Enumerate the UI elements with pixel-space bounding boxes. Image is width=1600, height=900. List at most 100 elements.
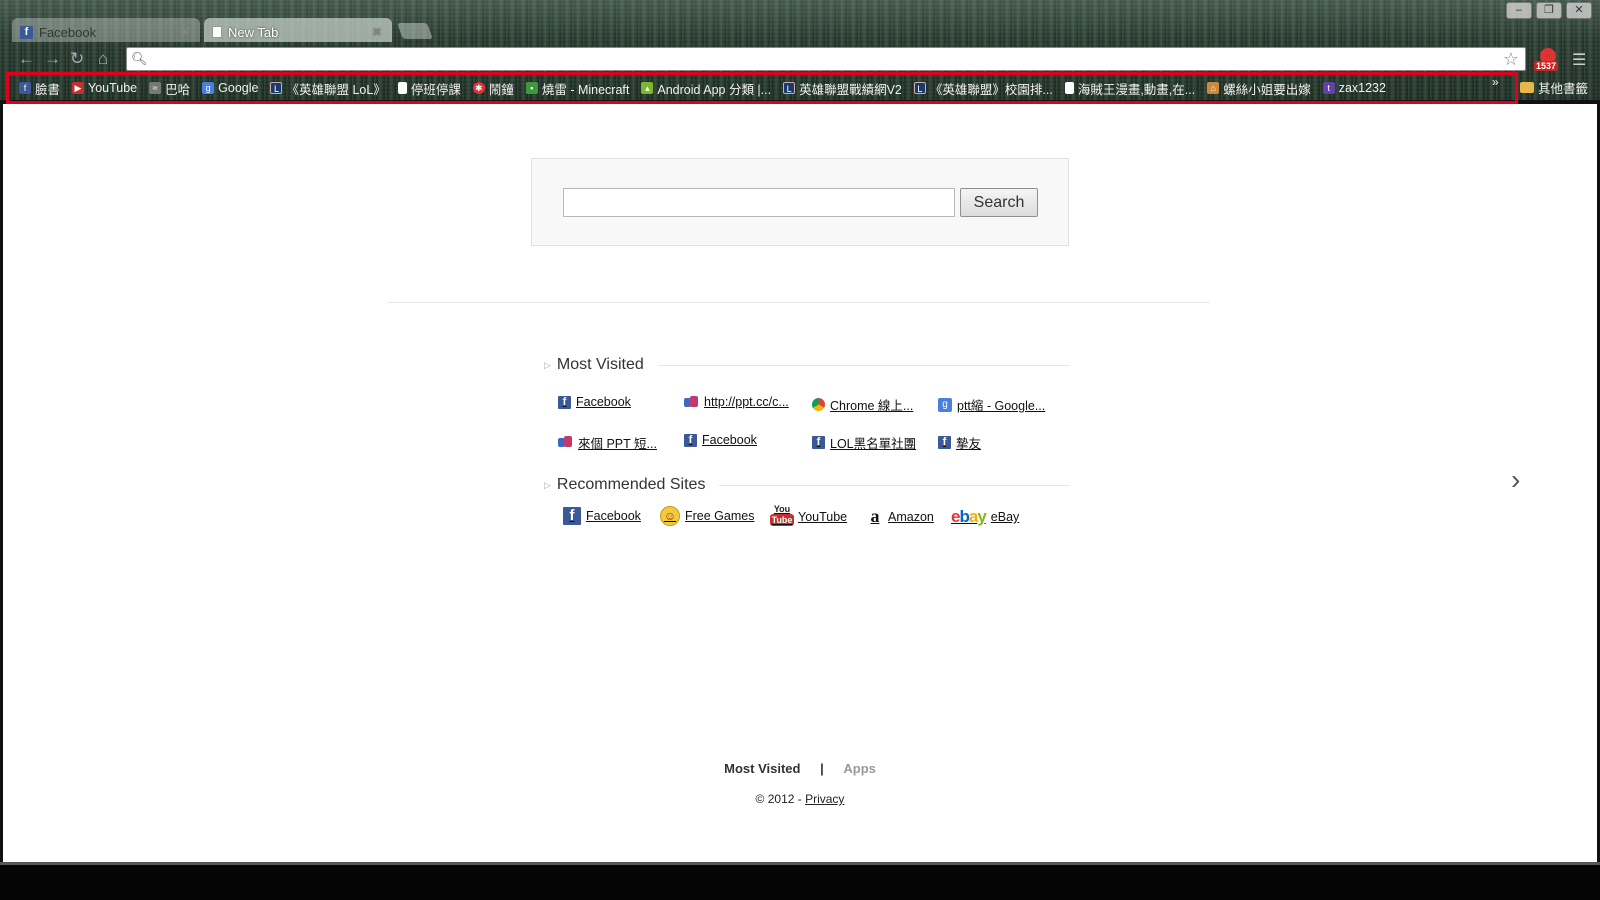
menu-icon[interactable]: ☰ — [1572, 50, 1586, 70]
link-label: Facebook — [702, 433, 757, 447]
most-visited-link[interactable]: f 摯友 — [938, 433, 981, 452]
section-rule — [657, 364, 1070, 366]
close-window-button[interactable]: ✕ — [1566, 2, 1592, 19]
most-visited-link[interactable]: f LOL黑名單社團 — [812, 433, 916, 452]
browser-chrome: f Facebook ✕ New Tab ✕ – ❐ ✕ ← → ↻ ⌂ 🔍︎ … — [0, 0, 1600, 104]
google-icon: g — [938, 397, 952, 412]
recommended-link[interactable]: You Tube YouTube — [769, 504, 847, 530]
bookmark-label: 巴哈 — [165, 82, 191, 97]
bookmark-item[interactable]: ✱ 鬧鐘 — [467, 79, 520, 98]
link-label: Free Games — [685, 509, 755, 523]
minimize-button[interactable]: – — [1506, 2, 1532, 19]
most-visited-link[interactable]: g ptt縮 - Google... — [938, 395, 1045, 414]
bookmark-item[interactable]: 停班停課 — [392, 79, 467, 98]
search-button[interactable]: Search — [960, 188, 1038, 217]
facebook-icon: f — [19, 82, 31, 94]
omnibox[interactable]: 🔍︎ ☆ — [126, 47, 1526, 71]
bookmark-item[interactable]: L 《英雄聯盟》校園排... — [908, 79, 1059, 98]
other-bookmarks-button[interactable]: 其他書籤 — [1520, 78, 1588, 97]
ppt-icon — [558, 436, 573, 449]
new-tab-button[interactable] — [397, 23, 433, 39]
footer-separator: | — [820, 761, 824, 776]
recommended-link[interactable]: f Facebook — [563, 507, 641, 525]
facebook-icon: f — [20, 25, 33, 39]
home-icon[interactable]: ⌂ — [98, 49, 108, 69]
recommended-link[interactable]: a Amazon — [867, 506, 934, 527]
youtube-icon: ▶ — [72, 82, 85, 94]
bookmark-label: Google — [218, 81, 259, 95]
copyright: © 2012 - Privacy — [3, 792, 1597, 806]
bookmark-star-icon[interactable]: ☆ — [1503, 49, 1519, 70]
facebook-icon: f — [938, 436, 951, 449]
chevron-right-icon[interactable]: › — [1511, 464, 1520, 496]
maximize-button[interactable]: ❐ — [1536, 2, 1562, 19]
caret-right-icon: ▷ — [544, 479, 551, 490]
recommended-link[interactable]: ☺ Free Games — [660, 506, 754, 526]
search-panel: Search — [531, 158, 1069, 246]
google-icon: g — [202, 82, 215, 94]
bookmark-item[interactable]: L 英雄聯盟戰績網V2 — [777, 79, 908, 98]
link-label: eBay — [990, 510, 1020, 524]
lol-icon: L — [913, 82, 926, 94]
extension-button[interactable]: 1537 — [1534, 48, 1562, 71]
bookmark-item[interactable]: ⌂ 螺絲小姐要出嫁 — [1201, 79, 1317, 98]
link-label: http://ppt.cc/c... — [704, 395, 789, 409]
close-icon[interactable]: ✕ — [372, 25, 382, 39]
alarm-icon: ✱ — [472, 82, 485, 94]
most-visited-link[interactable]: http://ppt.cc/c... — [684, 395, 789, 409]
bookmark-item[interactable]: f 臉書 — [13, 79, 66, 98]
page-icon — [397, 82, 407, 94]
facebook-icon: f — [563, 507, 581, 525]
most-visited-link[interactable]: Chrome 線上... — [812, 395, 913, 414]
forward-icon[interactable]: → — [44, 49, 61, 69]
back-icon[interactable]: ← — [18, 49, 35, 69]
house-icon: ⌂ — [1207, 82, 1220, 94]
bookmark-item[interactable]: ▴ Android App 分類 |... — [635, 79, 777, 98]
link-label: 摯友 — [956, 437, 982, 451]
bookmark-item[interactable]: ▶ YouTube — [66, 81, 143, 95]
search-input[interactable] — [563, 188, 955, 217]
omnibox-input[interactable] — [149, 49, 1503, 69]
bookmark-label: 臉書 — [35, 82, 61, 97]
link-label: LOL黑名單社團 — [830, 437, 917, 451]
footer-nav: Most Visited | Apps — [3, 761, 1597, 776]
chrome-icon — [812, 398, 825, 411]
tab-label: Facebook — [39, 24, 97, 40]
page-icon — [212, 26, 222, 38]
other-bookmarks-label: 其他書籤 — [1538, 82, 1589, 96]
recommended-link[interactable]: e b a y eBay — [951, 507, 1019, 527]
footer-most-visited-link[interactable]: Most Visited — [724, 761, 800, 776]
ebay-icon: ebay — [951, 507, 987, 526]
bookmark-item[interactable]: ≈ 巴哈 — [143, 79, 196, 98]
footer-apps-link[interactable]: Apps — [843, 761, 876, 776]
bookmark-label: 《英雄聯盟》校園排... — [929, 82, 1053, 97]
tab-new-tab[interactable]: New Tab ✕ — [204, 18, 392, 42]
privacy-link[interactable]: Privacy — [805, 792, 844, 806]
close-icon[interactable]: ✕ — [180, 25, 190, 39]
link-label: Facebook — [586, 509, 641, 523]
link-label: Amazon — [888, 509, 934, 524]
smiley-icon: ☺ — [660, 506, 680, 526]
most-visited-link[interactable]: f Facebook — [558, 395, 631, 409]
bookmark-label: 燒雷 - Minecraft — [541, 82, 630, 97]
most-visited-header: ▷ Most Visited — [544, 356, 1070, 374]
copyright-text: © 2012 - — [755, 792, 806, 806]
bookmark-item[interactable]: 海賊王漫畫,動畫,在... — [1059, 79, 1201, 98]
most-visited-link[interactable]: 來個 PPT 短... — [558, 433, 657, 452]
bookmark-item[interactable]: L 《英雄聯盟 LoL》 — [264, 79, 391, 98]
reload-icon[interactable]: ↻ — [70, 49, 84, 69]
most-visited-link[interactable]: f Facebook — [684, 433, 757, 447]
bookmark-item[interactable]: g Google — [196, 81, 264, 95]
bookmark-label: YouTube — [88, 81, 138, 95]
recommended-header: ▷ Recommended Sites — [544, 476, 1070, 494]
tab-label: New Tab — [228, 24, 279, 40]
bookmark-item[interactable]: t zax1232 — [1317, 81, 1392, 95]
ppt-icon — [684, 395, 699, 409]
tab-facebook[interactable]: f Facebook ✕ — [12, 18, 200, 42]
bookmark-item[interactable]: ▪ 燒雷 - Minecraft — [520, 79, 636, 98]
taskbar — [0, 862, 1600, 900]
new-tab-page: Search ▷ Most Visited f Facebook http://p… — [3, 104, 1597, 862]
divider — [388, 302, 1210, 303]
facebook-icon: f — [812, 436, 825, 449]
bookmarks-overflow-icon[interactable]: » — [1492, 75, 1499, 89]
